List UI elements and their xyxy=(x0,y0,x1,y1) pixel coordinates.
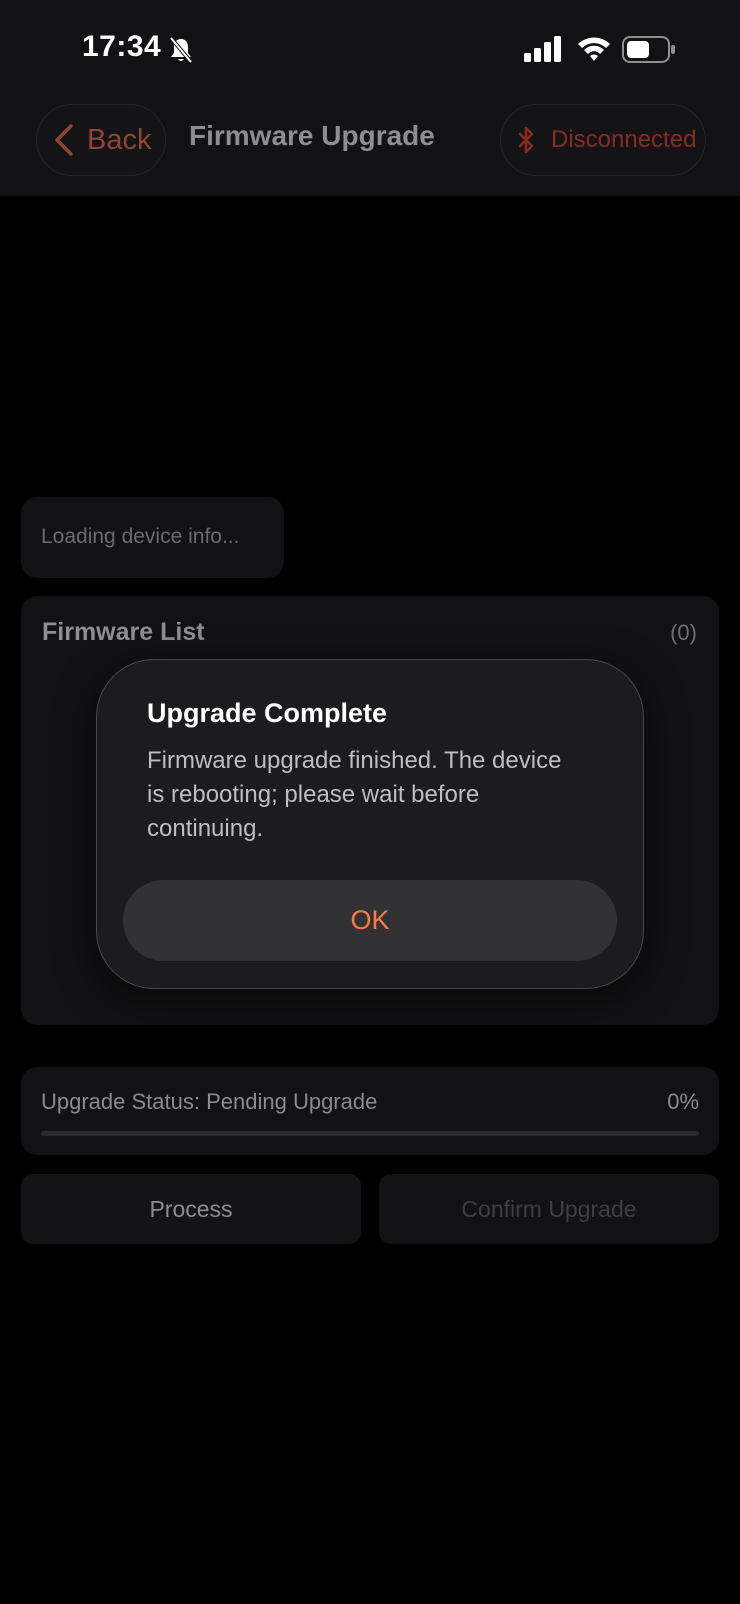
connection-status-label: Disconnected xyxy=(551,126,697,153)
ok-button[interactable]: OK xyxy=(123,880,617,961)
bluetooth-icon xyxy=(518,126,534,154)
back-button[interactable]: Back xyxy=(36,104,166,176)
upgrade-status-card: Upgrade Status: Pending Upgrade 0% xyxy=(21,1067,719,1155)
dialog-message: Firmware upgrade finished. The device is… xyxy=(147,747,562,842)
upgrade-complete-dialog: Upgrade Complete Firmware upgrade finish… xyxy=(96,659,644,989)
wifi-icon xyxy=(578,37,610,61)
upgrade-status-percent: 0% xyxy=(667,1089,699,1114)
firmware-list-count: (0) xyxy=(670,620,697,645)
firmware-list-title: Firmware List xyxy=(42,618,205,646)
device-info-card: Loading device info... xyxy=(21,497,284,578)
process-button[interactable]: Process xyxy=(21,1174,361,1244)
bell-slash-icon xyxy=(169,36,193,64)
chevron-left-icon xyxy=(55,124,73,156)
connection-status-button[interactable]: Disconnected xyxy=(500,104,706,176)
nav-bar: Back Firmware Upgrade Disconnected xyxy=(0,96,740,196)
upgrade-status-text: Upgrade Status: Pending Upgrade xyxy=(41,1089,378,1114)
status-time: 17:34 xyxy=(82,30,162,63)
confirm-upgrade-button[interactable]: Confirm Upgrade xyxy=(379,1174,719,1244)
signal-icon xyxy=(524,36,561,62)
battery-icon xyxy=(622,36,675,63)
page-title: Firmware Upgrade xyxy=(189,120,435,151)
progress-bar xyxy=(41,1131,699,1136)
back-label: Back xyxy=(87,123,152,156)
screen: 17:34 Back Firmware Upgrade Disconnected… xyxy=(0,0,740,1604)
dialog-title: Upgrade Complete xyxy=(147,698,388,728)
loading-text: Loading device info... xyxy=(41,525,240,548)
status-bar: 17:34 xyxy=(0,0,740,96)
